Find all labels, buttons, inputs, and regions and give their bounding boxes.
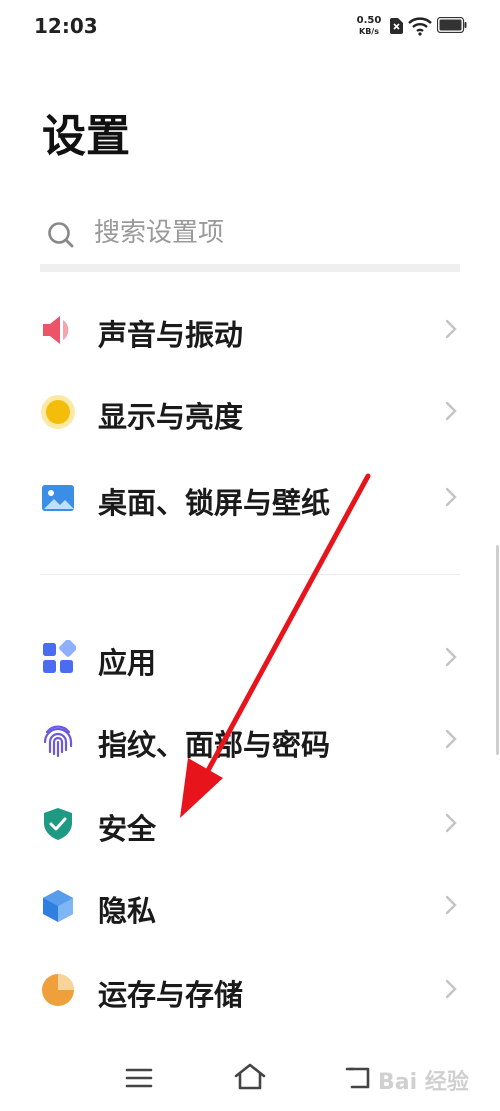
shield-icon	[40, 806, 76, 842]
speaker-icon	[40, 312, 76, 348]
chevron-right-icon	[444, 812, 458, 838]
no-sim-icon	[390, 18, 403, 38]
settings-item-privacy[interactable]: 隐私	[0, 864, 500, 944]
settings-item-label: 桌面、锁屏与壁纸	[98, 486, 331, 520]
settings-item-label: 隐私	[98, 894, 157, 928]
wallpaper-icon	[40, 480, 76, 516]
chevron-right-icon	[444, 400, 458, 426]
section-divider	[40, 574, 460, 575]
network-speed-unit: KB/s	[359, 27, 379, 36]
settings-item-display-brightness[interactable]: 显示与亮度	[0, 370, 500, 450]
settings-item-desktop-lockscreen-wallpaper[interactable]: 桌面、锁屏与壁纸	[0, 456, 500, 536]
settings-item-fingerprint-face-password[interactable]: 指纹、面部与密码	[0, 698, 500, 778]
chevron-right-icon	[444, 646, 458, 672]
settings-item-apps[interactable]: 应用	[0, 616, 500, 696]
settings-item-security[interactable]: 安全	[0, 782, 500, 862]
chevron-right-icon	[444, 486, 458, 512]
settings-item-label: 指纹、面部与密码	[98, 728, 331, 762]
chevron-right-icon	[444, 728, 458, 754]
settings-item-label: 安全	[98, 812, 157, 846]
search-bar[interactable]	[40, 208, 460, 272]
brightness-icon	[40, 394, 76, 430]
scrollbar[interactable]	[496, 545, 499, 755]
storage-pie-icon	[40, 972, 76, 1008]
network-speed: 0.50 KB/s	[352, 15, 386, 37]
search-icon	[46, 220, 76, 254]
battery-icon	[436, 16, 467, 37]
status-time: 12:03	[34, 14, 98, 38]
status-bar: 12:03 0.50 KB/s	[0, 0, 500, 52]
apps-icon	[40, 639, 77, 676]
wifi-icon	[408, 16, 432, 40]
menu-icon[interactable]	[124, 1066, 154, 1094]
network-speed-value: 0.50	[356, 15, 382, 26]
annotation-arrow	[180, 473, 371, 818]
settings-item-label: 声音与振动	[98, 318, 244, 352]
settings-item-memory-storage[interactable]: 运存与存储	[0, 948, 500, 1028]
back-icon[interactable]	[344, 1064, 378, 1098]
settings-item-label: 运存与存储	[98, 978, 244, 1012]
chevron-right-icon	[444, 978, 458, 1004]
watermark: Bai 经验	[378, 1070, 469, 1095]
chevron-right-icon	[444, 894, 458, 920]
search-input[interactable]	[94, 216, 434, 250]
settings-item-sound-vibration[interactable]: 声音与振动	[0, 288, 500, 368]
page-title: 设置	[42, 111, 130, 162]
settings-item-label: 显示与亮度	[98, 400, 244, 434]
chevron-right-icon	[444, 318, 458, 344]
privacy-cube-icon	[40, 888, 76, 924]
settings-item-label: 应用	[98, 646, 157, 680]
fingerprint-icon	[40, 722, 76, 758]
home-icon[interactable]	[232, 1062, 268, 1096]
